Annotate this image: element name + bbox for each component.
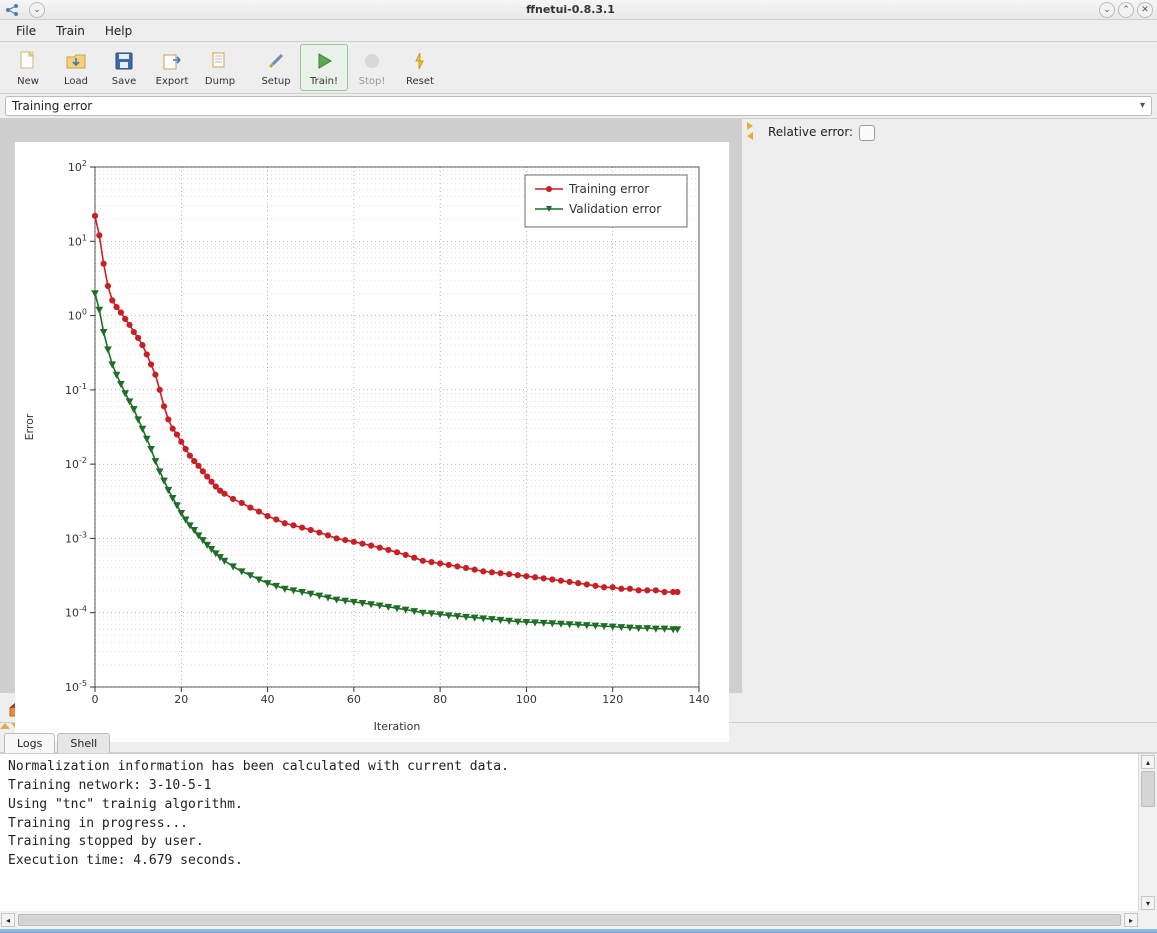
svg-text:20: 20 (174, 693, 188, 706)
relative-error-check[interactable] (859, 125, 875, 141)
svg-text:10-2: 10-2 (65, 456, 87, 471)
error-chart: 0 20 40 60 80 100 120 140 10-5 10-4 10-3 10-2 10-1 10… (15, 142, 729, 742)
window-title: ffnetui-0.8.3.1 (526, 3, 615, 16)
reset-icon (407, 48, 433, 74)
log-text[interactable]: Normalization information has been calcu… (0, 754, 1139, 911)
scroll-left-button[interactable]: ◂ (1, 913, 15, 927)
dump-button[interactable]: Dump (196, 44, 244, 91)
svg-text:100: 100 (68, 308, 87, 323)
scroll-right-button[interactable]: ▸ (1124, 913, 1138, 927)
train-icon (311, 48, 337, 74)
menubar: File Train Help (0, 20, 1157, 42)
save-button[interactable]: Save (100, 44, 148, 91)
tab-logs[interactable]: Logs (4, 733, 55, 753)
svg-text:10-3: 10-3 (65, 530, 87, 545)
reset-button[interactable]: Reset (396, 44, 444, 91)
scroll-thumb-h[interactable] (18, 914, 1121, 926)
scroll-thumb-v[interactable] (1141, 771, 1155, 807)
menu-file[interactable]: File (6, 21, 46, 41)
menu-help[interactable]: Help (95, 21, 142, 41)
titlebar: ⌄ ffnetui-0.8.3.1 ⌄ ⌃ ✕ (0, 0, 1157, 20)
export-button[interactable]: Export (148, 44, 196, 91)
svg-text:10-4: 10-4 (65, 605, 87, 620)
log-panel: Normalization information has been calcu… (0, 753, 1157, 911)
app-icon (4, 2, 20, 18)
svg-text:100: 100 (516, 693, 537, 706)
svg-text:0: 0 (92, 693, 99, 706)
svg-text:Validation error: Validation error (569, 202, 661, 216)
splitter-arrow-up-icon (0, 723, 10, 729)
splitter-arrow-right-icon (747, 122, 753, 130)
svg-text:80: 80 (433, 693, 447, 706)
save-icon (111, 48, 137, 74)
view-selector[interactable]: Training error ▾ (5, 96, 1152, 116)
dump-icon (207, 48, 233, 74)
svg-text:102: 102 (68, 159, 87, 174)
main-area: 02040608010012014010-510-410-310-210-110… (0, 119, 1157, 693)
relative-error-label: Relative error: (768, 125, 853, 139)
new-icon (15, 48, 41, 74)
toolbar: New Load Save Export Dump Setup Train! S… (0, 42, 1157, 94)
svg-text:120: 120 (602, 693, 623, 706)
close-button[interactable]: ✕ (1137, 2, 1153, 18)
new-button[interactable]: New (4, 44, 52, 91)
export-icon (159, 48, 185, 74)
splitter-arrow-left-icon (747, 132, 753, 140)
svg-text:10-5: 10-5 (65, 679, 87, 694)
load-icon (63, 48, 89, 74)
svg-text:Training error: Training error (568, 182, 649, 196)
setup-button[interactable]: Setup (252, 44, 300, 91)
status-strip (0, 929, 1157, 933)
scroll-up-button[interactable]: ▴ (1141, 755, 1155, 769)
window-menu-button[interactable]: ⌄ (29, 2, 45, 18)
load-button[interactable]: Load (52, 44, 100, 91)
tab-shell[interactable]: Shell (57, 733, 110, 753)
view-selector-row: Training error ▾ (0, 94, 1157, 119)
svg-text:101: 101 (68, 233, 87, 248)
log-scroll-v[interactable]: ▴ ▾ (1139, 754, 1157, 911)
minimize-button[interactable]: ⌄ (1099, 2, 1115, 18)
svg-text:40: 40 (261, 693, 275, 706)
stop-icon (359, 48, 385, 74)
svg-text:60: 60 (347, 693, 361, 706)
scroll-down-button[interactable]: ▾ (1141, 896, 1155, 910)
svg-text:140: 140 (689, 693, 710, 706)
log-scroll-h[interactable]: ◂ ▸ (0, 911, 1157, 929)
chevron-down-icon: ▾ (1140, 100, 1145, 111)
menu-train[interactable]: Train (46, 21, 95, 41)
svg-text:Error: Error (23, 413, 36, 440)
splitter-vertical[interactable] (742, 119, 758, 693)
maximize-button[interactable]: ⌃ (1118, 2, 1134, 18)
side-panel: Relative error: (758, 119, 1157, 693)
svg-text:Iteration: Iteration (374, 720, 421, 733)
train-button[interactable]: Train! (300, 44, 348, 91)
svg-text:10-1: 10-1 (65, 382, 87, 397)
view-selector-value: Training error (12, 99, 92, 113)
setup-icon (263, 48, 289, 74)
stop-button[interactable]: Stop! (348, 44, 396, 91)
plot-pane: 02040608010012014010-510-410-310-210-110… (0, 119, 742, 693)
